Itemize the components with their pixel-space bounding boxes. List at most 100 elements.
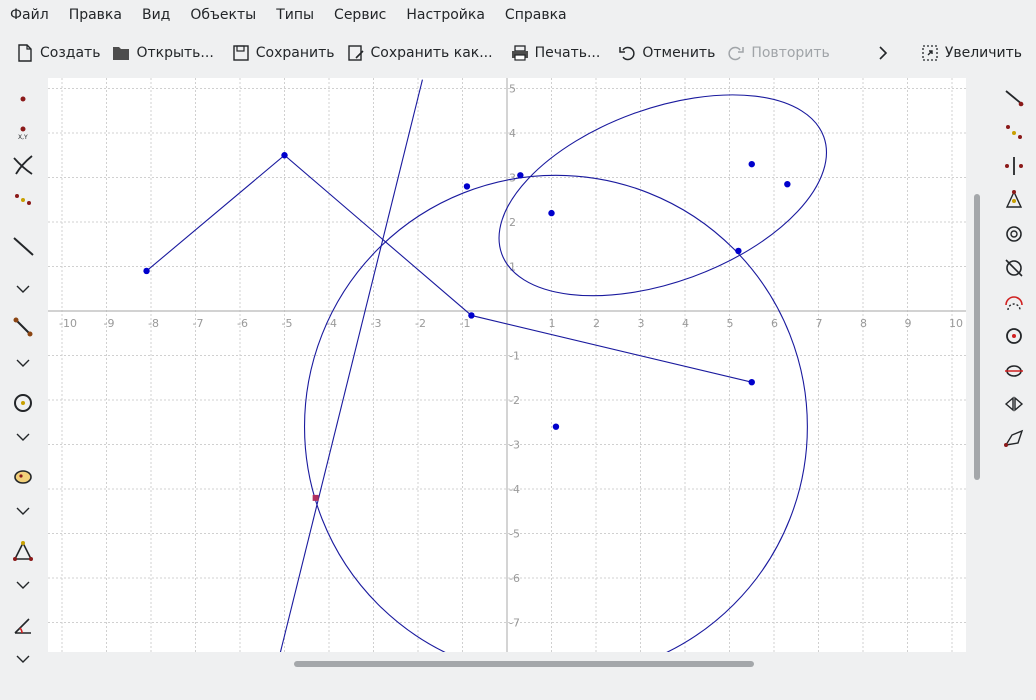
x-tick-label: -3 [371, 317, 382, 330]
x-tick-label: -4 [326, 317, 337, 330]
constructed-objects [143, 79, 828, 652]
x-tick-label: -10 [59, 317, 77, 330]
arc-icon[interactable] [998, 286, 1030, 318]
zoom-in-label: Увеличить [944, 45, 1023, 61]
new-document-icon [18, 44, 32, 62]
segment-icon[interactable] [8, 312, 38, 342]
zoom-in-icon [922, 45, 938, 61]
construction-drawing[interactable]: -10 -9 -8 -7 -6 -5 -4 -3 -2 -1 1 2 3 4 5 6 7 8 9 10 54321-1… [48, 78, 966, 652]
expand-more-icon[interactable] [8, 348, 38, 378]
save-as-button[interactable]: Сохранить как... [341, 36, 499, 70]
menu-objects[interactable]: Объекты [180, 0, 266, 31]
perpendicular-icon[interactable] [998, 150, 1030, 182]
expand-more-icon[interactable] [8, 274, 38, 304]
x-axis-ticks: -10 -9 -8 -7 -6 -5 -4 -3 -2 -1 1 2 3 4 5 6 7 8 9 10 [59, 317, 963, 330]
ray-icon[interactable] [998, 82, 1030, 114]
y-tick-label: -4 [509, 483, 520, 496]
point [517, 172, 524, 179]
angle-icon[interactable] [8, 610, 38, 640]
x-tick-label: 8 [860, 317, 867, 330]
y-tick-label: -5 [509, 528, 520, 541]
triangle-icon[interactable] [8, 536, 38, 566]
y-axis-ticks: 5 4 3 2 1 -1 -2 -3 -4 -5 -6 -7 [509, 83, 520, 630]
x-tick-label: 1 [549, 317, 556, 330]
menu-edit[interactable]: Правка [59, 0, 132, 31]
polygon-icon[interactable] [8, 462, 38, 492]
save-as-label: Сохранить как... [370, 45, 493, 61]
open-button[interactable]: Открыть... [106, 36, 219, 70]
point [552, 423, 560, 430]
y-tick-label: -3 [509, 439, 520, 452]
x-tick-label: 10 [949, 317, 963, 330]
expand-more-icon[interactable] [8, 496, 38, 526]
folder-icon [113, 47, 130, 60]
point-by-coords-icon[interactable]: X,Y [8, 116, 38, 146]
save-as-icon [347, 45, 364, 61]
toolbar-overflow-right[interactable] [1030, 36, 1036, 70]
mirror-icon[interactable] [998, 388, 1030, 420]
menu-help[interactable]: Справка [495, 0, 577, 31]
x-tick-label: -8 [148, 317, 159, 330]
save-label: Сохранить [255, 45, 335, 61]
point-icon[interactable] [8, 84, 38, 114]
redo-label: Повторить [751, 45, 830, 61]
point [748, 379, 755, 386]
point [468, 312, 475, 319]
x-tick-label: 6 [771, 317, 778, 330]
print-label: Печать... [534, 45, 601, 61]
point [548, 209, 555, 217]
undo-icon [619, 46, 635, 61]
create-button[interactable]: Создать [10, 36, 106, 70]
spiral-icon[interactable] [998, 218, 1030, 250]
svg-text:X,Y: X,Y [18, 134, 28, 141]
vector-icon[interactable] [998, 422, 1030, 454]
point-on-curve-icon[interactable] [998, 116, 1030, 148]
x-tick-label: 5 [727, 317, 734, 330]
x-tick-label: 9 [905, 317, 912, 330]
triangle-points-icon[interactable] [998, 184, 1030, 216]
zoom-in-button[interactable]: Увеличить [915, 36, 1028, 70]
vertical-scrollbar[interactable] [974, 194, 980, 480]
grid [48, 78, 966, 652]
menu-types[interactable]: Типы [266, 0, 324, 31]
circle-icon[interactable] [8, 388, 38, 418]
y-tick-label: -6 [509, 572, 520, 585]
menu-view[interactable]: Вид [132, 0, 180, 31]
x-tick-label: -1 [460, 317, 471, 330]
geometry-canvas[interactable]: -10 -9 -8 -7 -6 -5 -4 -3 -2 -1 1 2 3 4 5 6 7 8 9 10 5 4 3 2 1 -1… [48, 78, 966, 652]
x-tick-label: 7 [816, 317, 823, 330]
expand-more-icon[interactable] [8, 570, 38, 600]
expand-more-icon[interactable] [8, 644, 38, 674]
line-object [279, 79, 423, 652]
x-tick-label: 3 [638, 317, 645, 330]
y-tick-label: -7 [509, 617, 520, 630]
point [784, 180, 791, 188]
x-tick-label: -9 [104, 317, 115, 330]
x-tick-label: -5 [282, 317, 293, 330]
open-label: Открыть... [136, 45, 214, 61]
save-button[interactable]: Сохранить [226, 36, 341, 70]
print-button[interactable]: Печать... [505, 36, 607, 70]
redo-button[interactable]: Повторить [721, 36, 835, 70]
horizontal-scrollbar[interactable] [294, 661, 754, 667]
menu-file[interactable]: Файл [0, 0, 59, 31]
chevron-right-icon [879, 46, 887, 60]
y-tick-label: 5 [509, 83, 516, 96]
y-tick-label: 3 [509, 172, 516, 185]
point [748, 160, 755, 168]
menu-tools[interactable]: Сервис [324, 0, 396, 31]
expand-more-icon[interactable] [8, 422, 38, 452]
toolbar-overflow-button[interactable] [871, 36, 901, 70]
undo-button[interactable]: Отменить [612, 36, 721, 70]
circle-cross-icon[interactable] [998, 252, 1030, 284]
point-set-icon[interactable] [8, 184, 38, 214]
intersection-icon[interactable] [8, 150, 38, 180]
conic-object [498, 94, 828, 297]
point [735, 247, 742, 255]
x-tick-label: -6 [237, 317, 248, 330]
tangent-icon[interactable] [998, 354, 1030, 386]
concentric-icon[interactable] [998, 320, 1030, 352]
menu-bar: Файл Правка Вид Объекты Типы Сервис Наст… [0, 0, 1036, 31]
menu-settings[interactable]: Настройка [396, 0, 495, 31]
line-icon[interactable] [8, 231, 38, 261]
